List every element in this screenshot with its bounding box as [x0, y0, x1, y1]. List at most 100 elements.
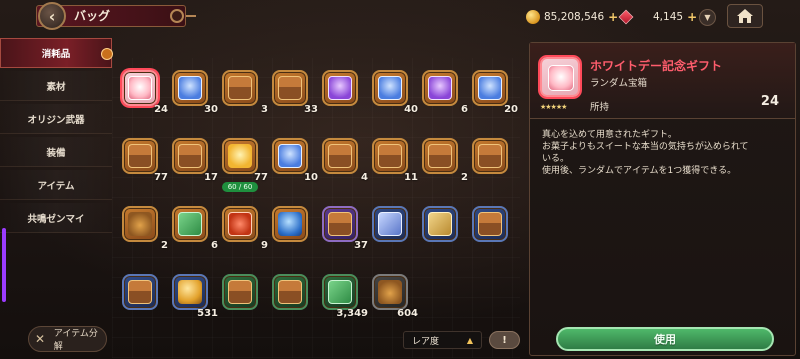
- item-frame: [172, 274, 208, 310]
- item-count: 77: [254, 172, 268, 183]
- item-frame: [422, 138, 458, 174]
- sort-label: レア度: [412, 336, 440, 347]
- sidebar-item-items[interactable]: アイテム: [0, 170, 112, 200]
- i-gift-blue-icon: [178, 76, 202, 100]
- back-button[interactable]: ‹: [38, 2, 66, 30]
- sidebar-item-label: オリジン武器: [27, 114, 85, 126]
- chevron-down-icon: ▼: [704, 13, 711, 22]
- item-dismantle-button[interactable]: ✕ アイテム分解: [28, 326, 107, 352]
- use-button[interactable]: 使用: [556, 327, 774, 351]
- inventory-item[interactable]: 2: [122, 206, 168, 251]
- rarity-stars: ★★★★★: [540, 103, 567, 111]
- description-line: いる。: [542, 154, 570, 164]
- i-ticket-green-icon: [178, 212, 202, 236]
- i-coin-bag-icon: [378, 280, 402, 304]
- sort-dropdown[interactable]: レア度 ▲: [403, 331, 482, 349]
- item-frame: [272, 138, 308, 174]
- i-gift-blue-icon: [478, 76, 502, 100]
- item-count: 20: [504, 104, 518, 115]
- item-frame: [322, 70, 358, 106]
- i-chest-icon: [478, 212, 502, 236]
- inventory-item[interactable]: 6: [172, 206, 218, 251]
- i-chest-icon: [128, 144, 152, 168]
- inventory-item[interactable]: 77: [122, 138, 168, 183]
- sort-order-toggle[interactable]: !: [489, 331, 520, 349]
- i-ticket-red-icon: [228, 212, 252, 236]
- sidebar-item-consumables[interactable]: 消耗品: [0, 38, 113, 68]
- item-count: 37: [354, 240, 368, 251]
- sidebar-item-label: 装備: [46, 147, 66, 159]
- wrench-icon: ✕: [35, 332, 46, 346]
- sidebar-item-materials[interactable]: 素材: [0, 71, 112, 101]
- gem-currency: 4,145 +: [618, 8, 697, 26]
- inventory-item[interactable]: [272, 274, 308, 314]
- sidebar-item-equipment[interactable]: 装備: [0, 137, 112, 167]
- item-frame: [372, 274, 408, 310]
- inventory-item[interactable]: 531: [172, 274, 218, 319]
- inventory-item[interactable]: 33: [272, 70, 318, 115]
- item-frame: [122, 274, 158, 310]
- top-bar: ‹ バッグ 85,208,546 + 4,145 + ▼: [0, 0, 800, 34]
- i-coin-bag-icon: [128, 212, 152, 236]
- inventory-item[interactable]: 30: [172, 70, 218, 115]
- inventory-item[interactable]: 4: [322, 138, 368, 183]
- i-chest-icon: [278, 280, 302, 304]
- gem-icon: [618, 9, 634, 25]
- title-ornament-icon: [170, 9, 184, 23]
- inventory-item[interactable]: [422, 206, 458, 246]
- inventory-item[interactable]: 3,349: [322, 274, 368, 319]
- item-count: 9: [261, 240, 268, 251]
- inventory-item[interactable]: [322, 70, 358, 110]
- item-count: 3: [261, 104, 268, 115]
- gem-add-button[interactable]: +: [687, 10, 697, 24]
- item-frame: [272, 206, 308, 242]
- i-gift-blue-icon: [378, 76, 402, 100]
- home-button[interactable]: [727, 4, 763, 28]
- item-frame: [372, 206, 408, 242]
- inventory-item[interactable]: [122, 274, 158, 314]
- i-chest-icon: [178, 144, 202, 168]
- currency-dropdown-button[interactable]: ▼: [699, 9, 716, 26]
- item-frame: [322, 138, 358, 174]
- inventory-item[interactable]: [472, 138, 508, 178]
- inventory-item[interactable]: 6: [422, 70, 468, 115]
- inventory-item[interactable]: 40: [372, 70, 418, 115]
- inventory-item[interactable]: [372, 206, 408, 246]
- inventory-item[interactable]: 37: [322, 206, 368, 251]
- inventory-item[interactable]: 17: [172, 138, 218, 183]
- i-gift-purple-icon: [328, 76, 352, 100]
- inventory-item[interactable]: [472, 206, 508, 246]
- item-count: 24: [154, 104, 168, 115]
- i-chest-icon: [328, 144, 352, 168]
- i-chest-icon: [228, 280, 252, 304]
- inventory-item[interactable]: 3: [222, 70, 268, 115]
- use-button-label: 使用: [654, 333, 676, 346]
- inventory-item[interactable]: [222, 274, 258, 314]
- sidebar-item-origin-weapons[interactable]: オリジン武器: [0, 104, 112, 134]
- item-frame: [122, 138, 158, 174]
- inventory-item[interactable]: 20: [472, 70, 518, 115]
- sidebar-item-label: 素材: [46, 81, 66, 93]
- i-chest-icon: [428, 144, 452, 168]
- inventory-item[interactable]: 77 60 / 60: [222, 138, 268, 192]
- gold-add-button[interactable]: +: [608, 10, 618, 24]
- i-heart-icon: [128, 76, 152, 100]
- inventory-item[interactable]: 24: [122, 70, 168, 115]
- inventory-item[interactable]: [272, 206, 308, 246]
- inventory-item[interactable]: 10: [272, 138, 318, 183]
- inventory-item[interactable]: 604: [372, 274, 418, 319]
- item-count: 4: [361, 172, 368, 183]
- description-line: 真心を込めて用意されたギフト。: [542, 130, 677, 140]
- detail-item-icon: [540, 57, 580, 97]
- sidebar-item-resonance-spring[interactable]: 共鳴ゼンマイ: [0, 203, 112, 233]
- page-title: バッグ: [74, 9, 111, 23]
- inventory-item[interactable]: 11: [372, 138, 418, 183]
- owned-count: 24: [760, 94, 779, 109]
- inventory-item[interactable]: 9: [222, 206, 268, 251]
- inventory-item[interactable]: 2: [422, 138, 468, 183]
- item-count: 11: [404, 172, 418, 183]
- item-frame: [472, 138, 508, 174]
- item-capacity-badge: 60 / 60: [222, 182, 258, 192]
- item-count: 17: [204, 172, 218, 183]
- item-count: 604: [397, 308, 418, 319]
